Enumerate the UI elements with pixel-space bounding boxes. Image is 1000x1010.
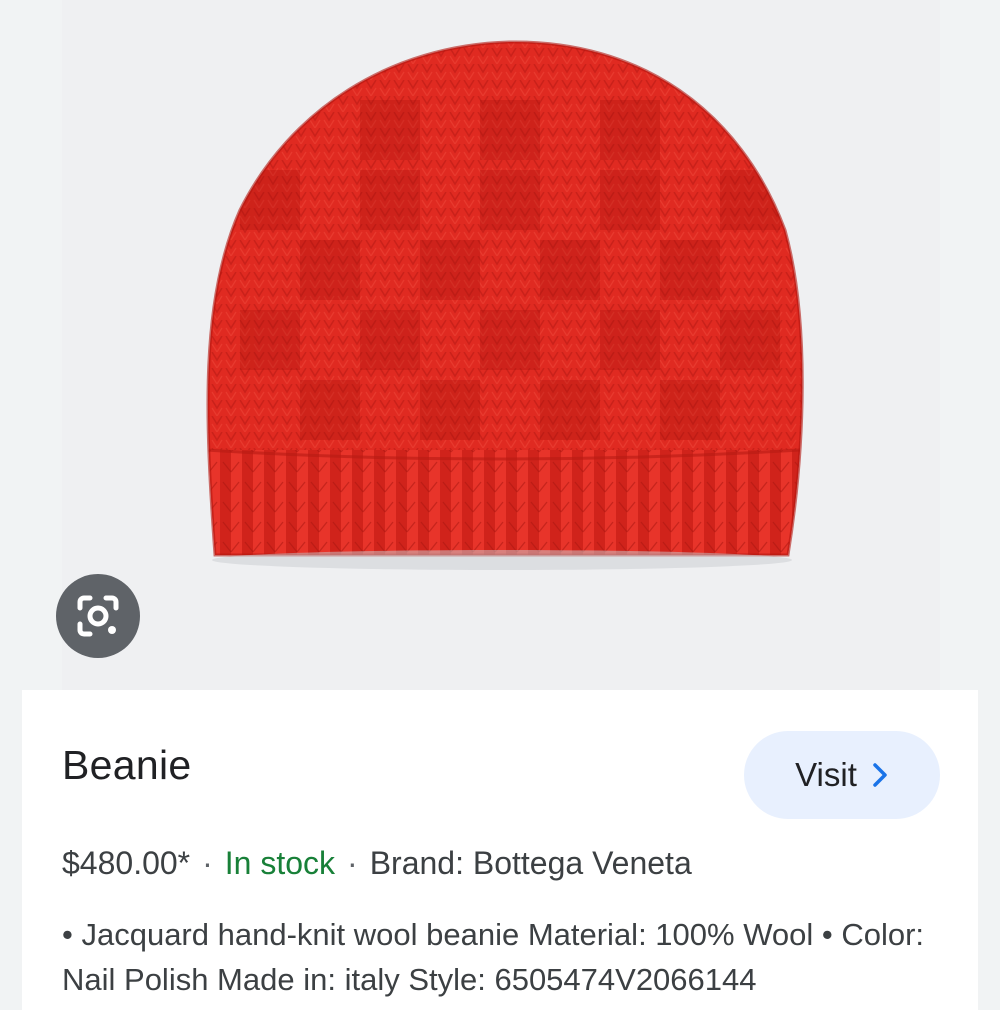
price: $480.00*: [62, 845, 191, 881]
visit-button[interactable]: Visit: [744, 731, 940, 819]
product-card: Beanie Visit $480.00* · In stock · Brand: Bo…: [22, 690, 978, 1010]
chevron-right-icon: [873, 763, 887, 787]
product-title[interactable]: Beanie: [62, 742, 191, 789]
google-lens-icon: [77, 595, 119, 637]
google-lens-button[interactable]: [56, 574, 140, 658]
product-info-line: $480.00* · In stock · Brand: Bottega Veneta: [62, 845, 692, 882]
separator-dot: ·: [347, 845, 358, 881]
stock-status: In stock: [224, 845, 336, 881]
beanie-image: [206, 40, 804, 570]
product-description: • Jacquard hand-knit wool beanie Materia…: [62, 917, 925, 997]
brand: Brand: Bottega Veneta: [369, 845, 692, 881]
visit-button-label: Visit: [795, 756, 857, 793]
product-image-area[interactable]: [0, 0, 1000, 690]
separator-dot: ·: [202, 845, 213, 881]
